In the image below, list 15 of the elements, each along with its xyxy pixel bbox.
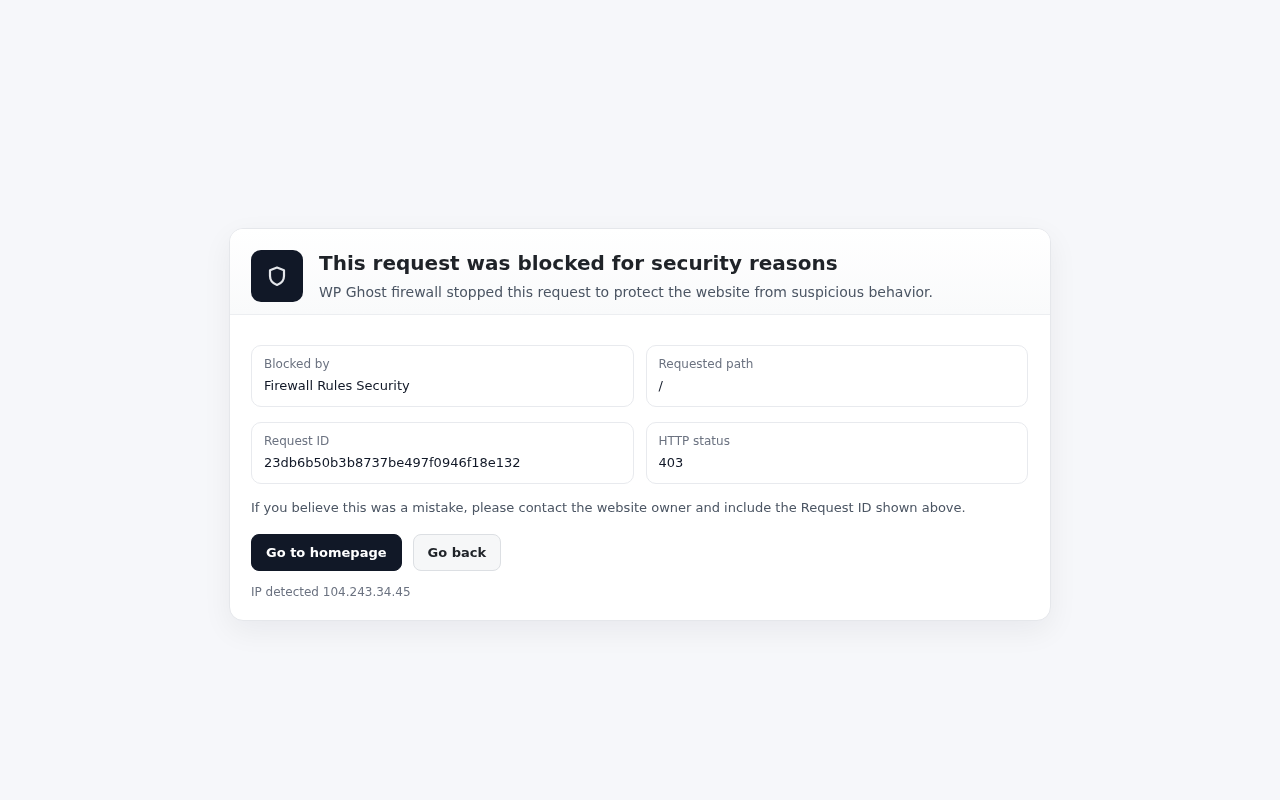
back-button[interactable]: Go back: [412, 533, 502, 571]
detail-value: 23db6b50b3b8737be497f0946f18e132: [264, 453, 522, 472]
detail-label: Blocked by: [264, 356, 331, 372]
detail-value: 403: [658, 453, 685, 472]
shield-icon: [251, 249, 303, 302]
ip-text: IP detected 104.243.34.45: [251, 583, 412, 600]
page-subtitle: WP Ghost firewall stopped this request to protect the website from suspicious behavior.: [319, 282, 934, 302]
detail-label: Request ID: [264, 433, 331, 449]
detail-label: HTTP status: [658, 433, 731, 449]
detail-value: /: [658, 376, 664, 395]
detail-value: Firewall Rules Security: [264, 376, 411, 395]
page-title: This request was blocked for security reasons: [319, 249, 839, 276]
help-text: If you believe this was a mistake, please contact the website owner and include the Request ID shown above.: [251, 498, 967, 517]
detail-label: Requested path: [658, 356, 755, 372]
homepage-button[interactable]: Go to homepage: [251, 533, 402, 571]
